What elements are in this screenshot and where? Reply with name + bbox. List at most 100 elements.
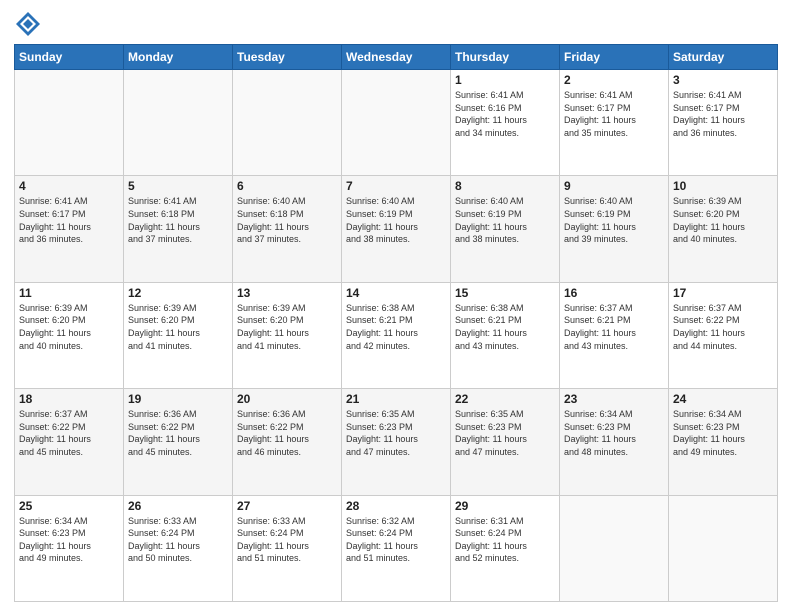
day-info: Sunrise: 6:41 AM Sunset: 6:16 PM Dayligh…	[455, 89, 555, 139]
day-number: 20	[237, 392, 337, 406]
day-info: Sunrise: 6:37 AM Sunset: 6:21 PM Dayligh…	[564, 302, 664, 352]
day-number: 6	[237, 179, 337, 193]
day-info: Sunrise: 6:40 AM Sunset: 6:19 PM Dayligh…	[564, 195, 664, 245]
calendar-cell: 21 Sunrise: 6:35 AM Sunset: 6:23 PM Dayli…	[342, 389, 451, 495]
day-info: Sunrise: 6:41 AM Sunset: 6:18 PM Dayligh…	[128, 195, 228, 245]
day-number: 9	[564, 179, 664, 193]
logo-icon	[14, 10, 42, 38]
col-header-thursday: Thursday	[451, 45, 560, 70]
day-number: 17	[673, 286, 773, 300]
day-number: 22	[455, 392, 555, 406]
col-header-monday: Monday	[124, 45, 233, 70]
day-number: 18	[19, 392, 119, 406]
calendar-cell: 12Sunrise: 6:39 AM Sunset: 6:20 PM Dayli…	[124, 282, 233, 388]
day-number: 29	[455, 499, 555, 513]
header	[14, 10, 778, 38]
calendar-cell: 11 Sunrise: 6:39 AM Sunset: 6:20 PM Dayli…	[15, 282, 124, 388]
day-info: Sunrise: 6:40 AM Sunset: 6:19 PM Dayligh…	[455, 195, 555, 245]
day-number: 16	[564, 286, 664, 300]
day-number: 21	[346, 392, 446, 406]
day-info: Sunrise: 6:39 AM Sunset: 6:20 PM Dayligh…	[237, 302, 337, 352]
calendar-cell: 4 Sunrise: 6:41 AM Sunset: 6:17 PM Daylig…	[15, 176, 124, 282]
col-header-wednesday: Wednesday	[342, 45, 451, 70]
calendar-cell: 23 Sunrise: 6:34 AM Sunset: 6:23 PM Dayli…	[560, 389, 669, 495]
day-info: Sunrise: 6:34 AM Sunset: 6:23 PM Dayligh…	[564, 408, 664, 458]
page: SundayMondayTuesdayWednesdayThursdayFrid…	[0, 0, 792, 612]
day-info: Sunrise: 6:41 AM Sunset: 6:17 PM Dayligh…	[673, 89, 773, 139]
calendar-cell: 25 Sunrise: 6:34 AM Sunset: 6:23 PM Dayli…	[15, 495, 124, 601]
calendar-cell: 22 Sunrise: 6:35 AM Sunset: 6:23 PM Dayli…	[451, 389, 560, 495]
day-number: 1	[455, 73, 555, 87]
calendar-cell: 18 Sunrise: 6:37 AM Sunset: 6:22 PM Dayli…	[15, 389, 124, 495]
calendar-cell: 27Sunrise: 6:33 AM Sunset: 6:24 PM Dayli…	[233, 495, 342, 601]
day-number: 14	[346, 286, 446, 300]
day-number: 5	[128, 179, 228, 193]
calendar-cell: 28 Sunrise: 6:32 AM Sunset: 6:24 PM Dayli…	[342, 495, 451, 601]
day-info: Sunrise: 6:38 AM Sunset: 6:21 PM Dayligh…	[455, 302, 555, 352]
day-info: Sunrise: 6:33 AM Sunset: 6:24 PM Dayligh…	[128, 515, 228, 565]
day-info: Sunrise: 6:34 AM Sunset: 6:23 PM Dayligh…	[19, 515, 119, 565]
day-info: Sunrise: 6:39 AM Sunset: 6:20 PM Dayligh…	[19, 302, 119, 352]
calendar-cell	[669, 495, 778, 601]
col-header-saturday: Saturday	[669, 45, 778, 70]
col-header-sunday: Sunday	[15, 45, 124, 70]
day-number: 27	[237, 499, 337, 513]
day-info: Sunrise: 6:35 AM Sunset: 6:23 PM Dayligh…	[455, 408, 555, 458]
day-info: Sunrise: 6:31 AM Sunset: 6:24 PM Dayligh…	[455, 515, 555, 565]
day-info: Sunrise: 6:37 AM Sunset: 6:22 PM Dayligh…	[673, 302, 773, 352]
calendar-cell	[15, 70, 124, 176]
day-info: Sunrise: 6:36 AM Sunset: 6:22 PM Dayligh…	[237, 408, 337, 458]
day-number: 26	[128, 499, 228, 513]
calendar-cell: 5 Sunrise: 6:41 AM Sunset: 6:18 PM Daylig…	[124, 176, 233, 282]
calendar-cell	[233, 70, 342, 176]
calendar-cell	[342, 70, 451, 176]
calendar-cell	[560, 495, 669, 601]
col-header-tuesday: Tuesday	[233, 45, 342, 70]
day-number: 10	[673, 179, 773, 193]
day-info: Sunrise: 6:36 AM Sunset: 6:22 PM Dayligh…	[128, 408, 228, 458]
calendar-cell: 24 Sunrise: 6:34 AM Sunset: 6:23 PM Dayli…	[669, 389, 778, 495]
day-number: 12	[128, 286, 228, 300]
calendar-cell: 26 Sunrise: 6:33 AM Sunset: 6:24 PM Dayli…	[124, 495, 233, 601]
calendar-cell: 17 Sunrise: 6:37 AM Sunset: 6:22 PM Dayli…	[669, 282, 778, 388]
calendar-cell	[124, 70, 233, 176]
calendar-cell: 13 Sunrise: 6:39 AM Sunset: 6:20 PM Dayli…	[233, 282, 342, 388]
day-number: 11	[19, 286, 119, 300]
calendar-cell: 16 Sunrise: 6:37 AM Sunset: 6:21 PM Dayli…	[560, 282, 669, 388]
calendar-cell: 19 Sunrise: 6:36 AM Sunset: 6:22 PM Dayli…	[124, 389, 233, 495]
day-number: 19	[128, 392, 228, 406]
calendar-cell: 8 Sunrise: 6:40 AM Sunset: 6:19 PM Daylig…	[451, 176, 560, 282]
day-number: 23	[564, 392, 664, 406]
calendar-cell: 15 Sunrise: 6:38 AM Sunset: 6:21 PM Dayli…	[451, 282, 560, 388]
day-number: 28	[346, 499, 446, 513]
calendar-cell: 2 Sunrise: 6:41 AM Sunset: 6:17 PM Daylig…	[560, 70, 669, 176]
calendar-cell: 29 Sunrise: 6:31 AM Sunset: 6:24 PM Dayli…	[451, 495, 560, 601]
day-info: Sunrise: 6:40 AM Sunset: 6:19 PM Dayligh…	[346, 195, 446, 245]
calendar-cell: 14 Sunrise: 6:38 AM Sunset: 6:21 PM Dayli…	[342, 282, 451, 388]
day-number: 3	[673, 73, 773, 87]
day-number: 13	[237, 286, 337, 300]
day-info: Sunrise: 6:41 AM Sunset: 6:17 PM Dayligh…	[19, 195, 119, 245]
col-header-friday: Friday	[560, 45, 669, 70]
calendar-cell: 6Sunrise: 6:40 AM Sunset: 6:18 PM Daylig…	[233, 176, 342, 282]
day-number: 24	[673, 392, 773, 406]
day-info: Sunrise: 6:39 AM Sunset: 6:20 PM Dayligh…	[673, 195, 773, 245]
day-info: Sunrise: 6:34 AM Sunset: 6:23 PM Dayligh…	[673, 408, 773, 458]
calendar-cell: 9 Sunrise: 6:40 AM Sunset: 6:19 PM Daylig…	[560, 176, 669, 282]
day-number: 8	[455, 179, 555, 193]
day-info: Sunrise: 6:38 AM Sunset: 6:21 PM Dayligh…	[346, 302, 446, 352]
calendar-cell: 10 Sunrise: 6:39 AM Sunset: 6:20 PM Dayli…	[669, 176, 778, 282]
day-number: 15	[455, 286, 555, 300]
day-number: 4	[19, 179, 119, 193]
day-info: Sunrise: 6:41 AM Sunset: 6:17 PM Dayligh…	[564, 89, 664, 139]
day-info: Sunrise: 6:35 AM Sunset: 6:23 PM Dayligh…	[346, 408, 446, 458]
calendar-table: SundayMondayTuesdayWednesdayThursdayFrid…	[14, 44, 778, 602]
day-number: 2	[564, 73, 664, 87]
day-number: 7	[346, 179, 446, 193]
day-number: 25	[19, 499, 119, 513]
day-info: Sunrise: 6:32 AM Sunset: 6:24 PM Dayligh…	[346, 515, 446, 565]
day-info: Sunrise: 6:37 AM Sunset: 6:22 PM Dayligh…	[19, 408, 119, 458]
calendar-cell: 7 Sunrise: 6:40 AM Sunset: 6:19 PM Daylig…	[342, 176, 451, 282]
calendar-cell: 3 Sunrise: 6:41 AM Sunset: 6:17 PM Daylig…	[669, 70, 778, 176]
logo	[14, 10, 46, 38]
